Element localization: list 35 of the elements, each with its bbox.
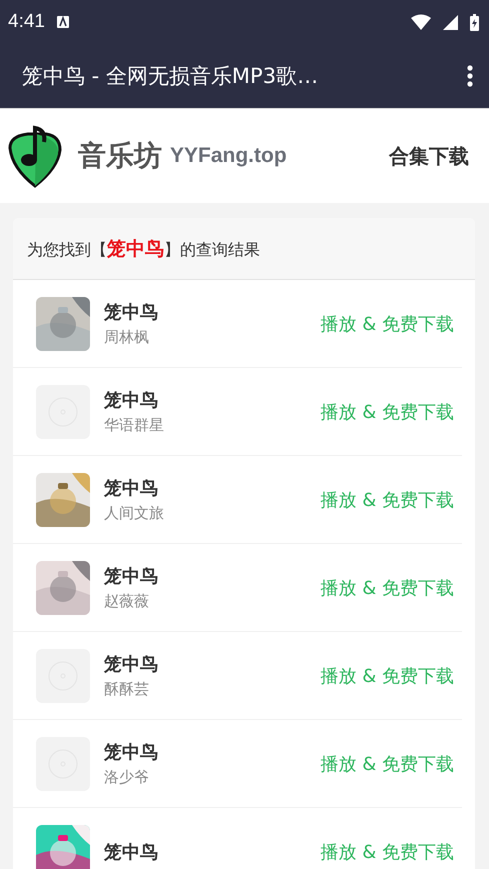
collection-download-link[interactable]: 合集下载 xyxy=(389,142,469,170)
notification-icon xyxy=(56,16,69,28)
artist-name: 周林枫 xyxy=(104,328,150,347)
site-domain: YYFang.top xyxy=(170,144,288,168)
song-title: 笼中鸟 xyxy=(104,301,159,324)
artist-name: 酥酥芸 xyxy=(104,680,150,699)
artist-name: 赵薇薇 xyxy=(104,592,150,611)
song-title: 笼中鸟 xyxy=(104,840,159,864)
album-placeholder-icon xyxy=(36,648,90,702)
song-title: 笼中鸟 xyxy=(104,653,159,676)
status-time: 4:41 xyxy=(8,11,45,33)
play-download-link[interactable]: 播放 & 免费下载 xyxy=(320,752,454,776)
artist-name: 人间文旅 xyxy=(104,504,165,523)
artist-name: 洛少爷 xyxy=(104,768,150,787)
play-download-link[interactable]: 播放 & 免费下载 xyxy=(320,312,454,336)
artist-name: 华语群星 xyxy=(104,416,165,435)
play-download-link[interactable]: 播放 & 免费下载 xyxy=(320,488,454,512)
song-title: 笼中鸟 xyxy=(104,477,159,500)
song-title: 笼中鸟 xyxy=(104,741,159,764)
play-download-link[interactable]: 播放 & 免费下载 xyxy=(320,840,454,864)
play-download-link[interactable]: 播放 & 免费下载 xyxy=(320,664,454,688)
app-title: 笼中鸟 - 全网无损音乐MP3歌… xyxy=(22,63,320,90)
play-download-link[interactable]: 播放 & 免费下载 xyxy=(320,576,454,600)
music-note-logo-icon xyxy=(6,124,64,188)
signal-icon xyxy=(443,14,458,30)
album-placeholder-icon xyxy=(36,384,90,438)
results-summary: 为您找到【笼中鸟】的查询结果 xyxy=(13,218,475,280)
wifi-icon xyxy=(411,14,431,30)
song-title: 笼中鸟 xyxy=(104,389,159,412)
more-menu-icon[interactable] xyxy=(467,65,473,87)
battery-icon xyxy=(470,14,479,30)
play-download-link[interactable]: 播放 & 免费下载 xyxy=(320,400,454,424)
site-brand: 音乐坊 xyxy=(78,138,162,174)
album-placeholder-icon xyxy=(36,736,90,790)
song-title: 笼中鸟 xyxy=(104,565,159,588)
